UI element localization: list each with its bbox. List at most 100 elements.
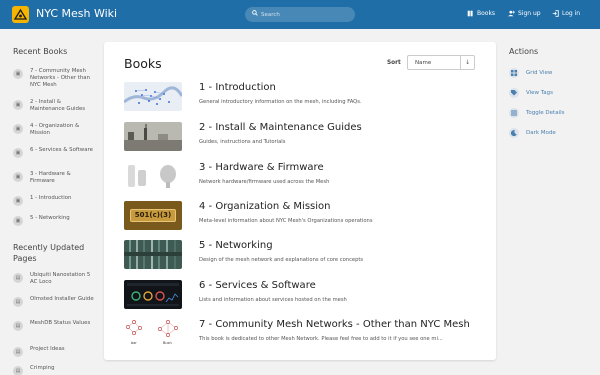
recent-book-item[interactable]: ▣ 4 - Organization & Mission (13, 123, 97, 137)
books-card: Books Sort Name ↓ 1 - Introduction Gener… (104, 42, 496, 360)
toggle-details-label: Toggle Details (526, 110, 565, 116)
grid-view-button[interactable]: Grid View (509, 68, 552, 78)
book-item-install-guides[interactable]: 2 - Install & Maintenance Guides Guides,… (124, 122, 474, 152)
book-cover-cables[interactable] (124, 240, 182, 269)
recent-page-label: MeshDB Status Values (30, 320, 91, 326)
site-name[interactable]: NYC Mesh Wiki (36, 7, 117, 20)
nav-login-link[interactable]: Log in (552, 10, 580, 17)
dark-mode-button[interactable]: Dark Mode (509, 128, 556, 138)
book-cover-map[interactable] (124, 82, 182, 111)
book-description: Guides, instructions and Tutorials (199, 139, 286, 145)
recent-page-label: Crimping (30, 365, 55, 371)
recent-page-label: Ubiquiti Nanostation 5 AC Loco (30, 272, 91, 285)
book-title[interactable]: 5 - Networking (199, 240, 273, 251)
recent-page-item[interactable]: ▤ Project Ideas (13, 346, 97, 357)
tag-icon (509, 88, 519, 98)
book-description: General introductory information on the … (199, 99, 362, 105)
recent-book-label: 6 - Services & Software (30, 147, 93, 153)
recent-book-label: 1 - Introduction (30, 195, 72, 201)
moon-icon (509, 128, 519, 138)
book-description: Network hardware/firmware used across th… (199, 179, 330, 185)
nav-signup-link[interactable]: Sign up (508, 10, 541, 17)
recent-pages-title: Recently Updated Pages (13, 243, 85, 263)
grid-icon (509, 68, 519, 78)
book-item-community-mesh[interactable]: bar Bush 7 - Community Mesh Networks - O… (124, 319, 474, 349)
page-icon: ▤ (13, 347, 23, 357)
logo-icon[interactable] (12, 6, 29, 23)
book-cover-rooftop[interactable] (124, 122, 182, 151)
recent-page-item[interactable]: ▤ Crimping (13, 365, 97, 375)
view-tags-button[interactable]: View Tags (509, 88, 553, 98)
recent-book-label: 3 - Hardware & Firmware (30, 171, 71, 184)
search-box[interactable] (245, 7, 355, 22)
cover-text: 501(c)(3) (130, 209, 176, 222)
book-item-services[interactable]: 6 - Services & Software Lists and inform… (124, 280, 474, 310)
book-item-hardware[interactable]: 3 - Hardware & Firmware Network hardware… (124, 162, 474, 192)
recent-page-label: Project Ideas (30, 346, 65, 352)
book-icon: ▣ (13, 124, 23, 134)
recent-book-label: 2 - Install & Maintenance Guides (30, 99, 86, 112)
actions-title: Actions (509, 47, 539, 56)
page-icon: ▤ (13, 273, 23, 283)
book-title[interactable]: 1 - Introduction (199, 82, 276, 93)
book-cover-501c3[interactable]: 501(c)(3) (124, 201, 182, 230)
book-item-introduction[interactable]: 1 - Introduction General introductory in… (124, 82, 474, 112)
book-icon: ▣ (13, 172, 23, 182)
book-description: Lists and information about services hos… (199, 297, 347, 303)
dark-mode-label: Dark Mode (526, 130, 556, 136)
book-item-organization[interactable]: 501(c)(3) 4 - Organization & Mission Met… (124, 201, 474, 231)
recent-book-label: 7 - Community Mesh Networks - Other than… (30, 68, 90, 88)
book-cover-dashboard[interactable] (124, 280, 182, 309)
book-title[interactable]: 2 - Install & Maintenance Guides (199, 122, 362, 133)
sort-label: Sort (387, 60, 401, 66)
top-header: NYC Mesh Wiki Books Sign up Log in (0, 0, 600, 29)
recent-book-item[interactable]: ▣ 3 - Hardware & Firmware (13, 171, 97, 185)
book-description: Design of the mesh network and explanati… (199, 257, 364, 263)
add-user-icon (508, 10, 515, 17)
right-sidebar: Actions Grid View View Tags Toggle Detai… (500, 29, 600, 375)
book-cover-hardware[interactable] (124, 162, 182, 191)
toggle-details-button[interactable]: Toggle Details (509, 108, 565, 118)
book-cover-mesh-diagram[interactable]: bar Bush (124, 319, 182, 348)
details-icon (509, 108, 519, 118)
recent-page-item[interactable]: ▤ Olmsted Installer Guide (13, 296, 97, 307)
book-icon: ▣ (13, 100, 23, 110)
recent-book-item[interactable]: ▣ 1 - Introduction (13, 195, 97, 206)
page-icon: ▤ (13, 321, 23, 331)
book-title[interactable]: 4 - Organization & Mission (199, 201, 330, 212)
recent-page-item[interactable]: ▤ Ubiquiti Nanostation 5 AC Loco (13, 272, 97, 286)
sort-value[interactable]: Name (408, 60, 460, 66)
book-icon: ▣ (13, 216, 23, 226)
book-icon: ▣ (13, 69, 23, 79)
cover-caption: Bush (163, 341, 172, 345)
recent-book-item[interactable]: ▣ 6 - Services & Software (13, 147, 97, 158)
nav-books-link[interactable]: Books (467, 10, 495, 17)
book-description: Meta-level information about NYC Mesh's … (199, 218, 373, 224)
books-icon (467, 10, 473, 17)
recent-book-item[interactable]: ▣ 7 - Community Mesh Networks - Other th… (13, 68, 97, 89)
recent-page-label: Olmsted Installer Guide (30, 296, 94, 302)
recent-book-item[interactable]: ▣ 5 - Networking (13, 215, 97, 226)
nav-login-label: Log in (562, 10, 581, 17)
book-title[interactable]: 6 - Services & Software (199, 280, 316, 291)
cover-caption: bar (131, 341, 137, 345)
nav-signup-label: Sign up (518, 10, 541, 17)
book-item-networking[interactable]: 5 - Networking Design of the mesh networ… (124, 240, 474, 270)
recent-book-item[interactable]: ▣ 2 - Install & Maintenance Guides (13, 99, 97, 113)
book-icon: ▣ (13, 148, 23, 158)
book-title[interactable]: 7 - Community Mesh Networks - Other than… (199, 319, 470, 330)
book-title[interactable]: 3 - Hardware & Firmware (199, 162, 324, 173)
recent-book-label: 5 - Networking (30, 215, 70, 221)
grid-view-label: Grid View (526, 70, 553, 76)
view-tags-label: View Tags (526, 90, 553, 96)
page-icon: ▤ (13, 366, 23, 375)
book-icon: ▣ (13, 196, 23, 206)
recent-book-label: 4 - Organization & Mission (30, 123, 80, 136)
recent-page-item[interactable]: ▤ MeshDB Status Values (13, 320, 97, 331)
page-icon: ▤ (13, 297, 23, 307)
recent-books-title: Recent Books (13, 47, 68, 56)
book-description: This book is dedicated to other Mesh Net… (199, 336, 443, 342)
sort-direction-button[interactable]: ↓ (460, 56, 474, 69)
sort-select[interactable]: Name ↓ (407, 55, 475, 70)
search-input[interactable] (261, 7, 351, 22)
